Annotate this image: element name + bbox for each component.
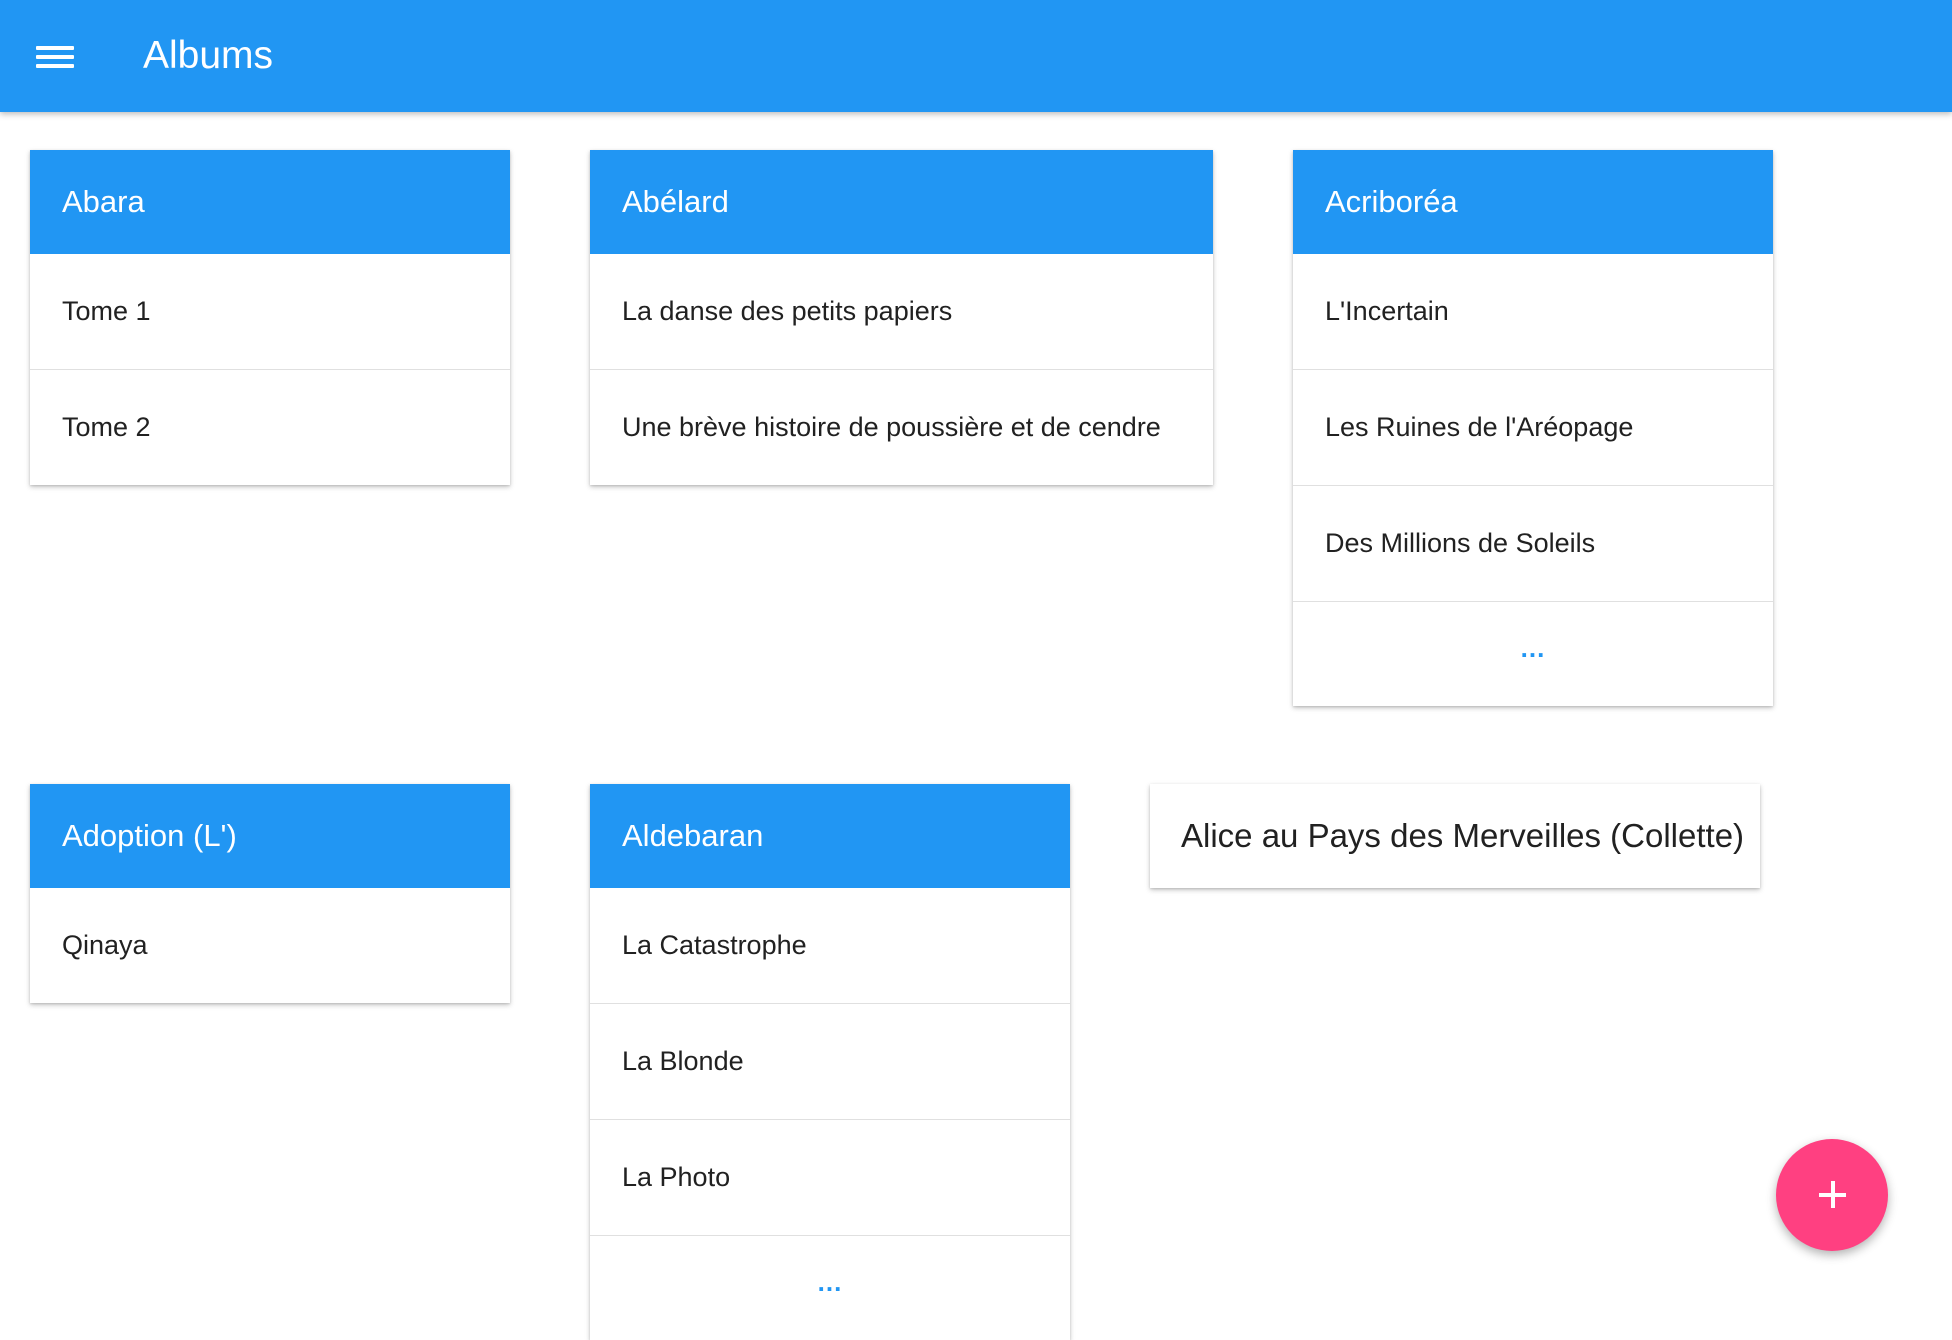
series-card-alice: Alice au Pays des Merveilles (Collette) (1150, 784, 1760, 888)
app-bar: Albums (0, 0, 1952, 112)
hamburger-menu-icon[interactable] (30, 36, 82, 76)
series-card-acriborea: Acriboréa L'Incertain Les Ruines de l'Ar… (1293, 150, 1773, 706)
series-title[interactable]: Adoption (L') (30, 784, 510, 888)
show-more-button[interactable]: ... (1293, 602, 1773, 706)
series-card-abelard: Abélard La danse des petits papiers Une … (590, 150, 1213, 485)
album-item[interactable]: Tome 1 (30, 254, 510, 370)
series-title[interactable]: Abélard (590, 150, 1213, 254)
series-card-adoption: Adoption (L') Qinaya (30, 784, 510, 1003)
album-item[interactable]: La Catastrophe (590, 888, 1070, 1004)
series-title[interactable]: Acriboréa (1293, 150, 1773, 254)
album-item[interactable]: L'Incertain (1293, 254, 1773, 370)
series-card-abara: Abara Tome 1 Tome 2 (30, 150, 510, 485)
page-title: Albums (143, 34, 274, 77)
album-item[interactable]: Des Millions de Soleils (1293, 486, 1773, 602)
album-item[interactable]: La danse des petits papiers (590, 254, 1213, 370)
album-item[interactable]: La Photo (590, 1120, 1070, 1236)
series-title[interactable]: Alice au Pays des Merveilles (Collette) (1150, 784, 1760, 888)
album-item[interactable]: Une brève histoire de poussière et de ce… (590, 370, 1213, 485)
album-item[interactable]: Les Ruines de l'Aréopage (1293, 370, 1773, 486)
series-title[interactable]: Aldebaran (590, 784, 1070, 888)
album-item[interactable]: Qinaya (30, 888, 510, 1003)
show-more-button[interactable]: ... (590, 1236, 1070, 1340)
album-item[interactable]: Tome 2 (30, 370, 510, 485)
add-album-button[interactable] (1776, 1139, 1888, 1251)
series-title[interactable]: Abara (30, 150, 510, 254)
album-item[interactable]: La Blonde (590, 1004, 1070, 1120)
series-card-aldebaran: Aldebaran La Catastrophe La Blonde La Ph… (590, 784, 1070, 1340)
